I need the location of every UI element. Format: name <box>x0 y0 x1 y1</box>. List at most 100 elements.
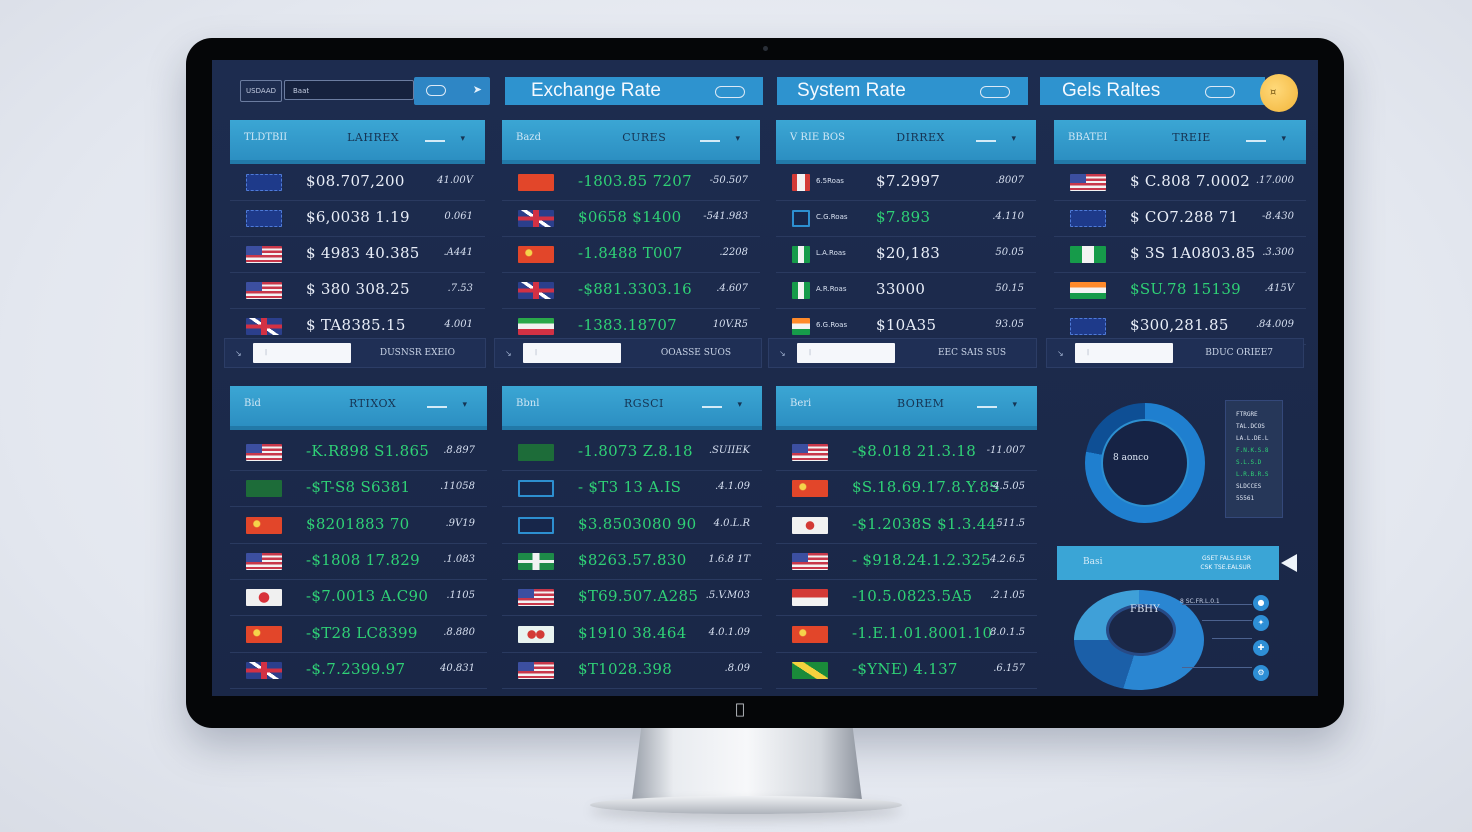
flag-icon <box>518 661 554 679</box>
toggle-icon[interactable] <box>980 86 1010 98</box>
rate-row[interactable]: 6.5Roas $7.2997 .8007 <box>776 164 1036 201</box>
rate-row[interactable]: -$.7.2399.97 40.831 <box>230 652 487 689</box>
rate-row[interactable]: -1.E.1.01.8001.10 8.0.1.5 <box>776 616 1037 653</box>
rate-row[interactable]: - $T3 13 A.IS .4.1.09 <box>502 470 762 508</box>
rate-row[interactable]: -1.8073 Z.8.18 .SUIIEK <box>502 434 762 471</box>
panel-header[interactable]: Bid RTIXOX ▾ <box>230 386 487 430</box>
rate-row[interactable]: $ C.808 7.0002 .17.000 <box>1054 164 1306 201</box>
search-button[interactable]: ➤ <box>414 77 490 105</box>
panel-header[interactable]: TLDTBII LAHREX ▾ <box>230 120 485 164</box>
rate-row[interactable]: -$YNE) 4.137 .6.157 <box>776 652 1037 689</box>
amount-input[interactable]: | <box>797 343 895 363</box>
rate-row[interactable]: $0658 $1400 -541.983 <box>502 200 760 237</box>
panel-header[interactable]: V RIE BOS DIRREX ▾ <box>776 120 1036 164</box>
chevron-down-icon[interactable]: ▾ <box>1281 134 1286 144</box>
rate-row[interactable]: -$881.3303.16 .4.607 <box>502 272 760 309</box>
rate-row[interactable]: -$T28 LC8399 .8.880 <box>230 616 487 653</box>
rate-row[interactable]: $ 4983 40.385 .A441 <box>230 236 485 273</box>
rate-row[interactable]: -10.5.0823.5A5 .2.1.05 <box>776 579 1037 617</box>
currency-selector[interactable]: USDAAD <box>240 80 282 102</box>
panel-header[interactable]: Bazd CURES ▾ <box>502 120 760 164</box>
rate-row[interactable]: -1.8488 T007 .2208 <box>502 236 760 273</box>
minimize-icon[interactable] <box>425 140 445 142</box>
dropdown-icon[interactable]: ↘ <box>1057 349 1064 358</box>
rate-value: -$YNE) 4.137 <box>852 659 958 678</box>
coin-icon[interactable]: ¤ <box>1260 74 1298 112</box>
panel-label: BBATEI <box>1068 132 1108 143</box>
rate-row[interactable]: -$1808 17.829 .1.083 <box>230 543 487 580</box>
rate-row[interactable]: $8201883 70 .9V19 <box>230 507 487 544</box>
rate-change: .9V19 <box>445 517 476 529</box>
rate-row[interactable]: -$T-S8 S6381 .11058 <box>230 470 487 508</box>
rate-row[interactable]: -$1.2038S $1.3.44 511.5 <box>776 507 1037 544</box>
rate-row[interactable]: $8263.57.830 1.6.8 1T <box>502 543 762 580</box>
legend-icon-3[interactable]: ✚ <box>1253 640 1269 656</box>
minimize-icon[interactable] <box>977 406 997 408</box>
rate-row[interactable]: -$8.018 21.3.18 -11.007 <box>776 434 1037 471</box>
dropdown-icon[interactable]: ↘ <box>235 349 242 358</box>
rate-value: $20,183 <box>876 244 941 262</box>
play-icon[interactable] <box>1281 554 1297 572</box>
flag-icon <box>246 444 282 461</box>
minimize-icon[interactable] <box>702 406 722 408</box>
rate-row[interactable]: -1803.85 7207 -50.507 <box>502 164 760 201</box>
rate-row[interactable]: C.G.Roas $7.893 .4.110 <box>776 200 1036 237</box>
toggle-icon[interactable] <box>715 86 745 98</box>
tab-gels-raltes[interactable]: Gels Raltes <box>1040 77 1265 105</box>
chevron-down-icon[interactable]: ▾ <box>735 134 740 144</box>
legend-icon-2[interactable]: ✦ <box>1253 615 1269 631</box>
flag-icon <box>792 282 810 299</box>
chevron-down-icon[interactable]: ▾ <box>1012 400 1017 410</box>
panel-header[interactable]: BBATEI TREIE ▾ <box>1054 120 1306 164</box>
chevron-down-icon[interactable]: ▾ <box>460 134 465 144</box>
dropdown-icon[interactable]: ↘ <box>505 349 512 358</box>
rate-change: .11058 <box>440 481 475 493</box>
rate-row[interactable]: L.A.Roas $20,183 50.05 <box>776 236 1036 273</box>
legend-icon-1[interactable]: ● <box>1253 595 1269 611</box>
flag-icon <box>1070 174 1106 191</box>
summary-bar[interactable]: Basi GSET FALS.ELSR CSK TSE.EALSUR <box>1057 546 1297 580</box>
rate-row[interactable]: $ 3S 1A0803.85 .3.300 <box>1054 236 1306 273</box>
rate-row[interactable]: $08.707,200 41.00V <box>230 164 485 201</box>
amount-input[interactable]: | <box>523 343 621 363</box>
legend-icon-4[interactable]: ⚙ <box>1253 665 1269 681</box>
panel-title: DIRREX <box>896 131 945 144</box>
minimize-icon[interactable] <box>976 140 996 142</box>
rate-value: -$.7.2399.97 <box>306 659 406 678</box>
rate-row[interactable]: $ 380 308.25 .7.53 <box>230 272 485 309</box>
rate-row[interactable]: $3.8503080 90 4.0.L.R <box>502 507 762 544</box>
legend-entry: L.R.B.R.S <box>1236 471 1269 478</box>
rate-row[interactable]: $SU.78 15139 .415V <box>1054 272 1306 309</box>
rate-row[interactable]: -$7.0013 A.C90 .1105 <box>230 579 487 617</box>
toggle-icon[interactable] <box>1205 86 1235 98</box>
rate-value: $ 4983 40.385 <box>306 244 420 262</box>
minimize-icon[interactable] <box>1246 140 1266 142</box>
rate-row[interactable]: $1910 38.464 4.0.1.09 <box>502 616 762 653</box>
chevron-down-icon[interactable]: ▾ <box>1011 134 1016 144</box>
rate-row[interactable]: -K.R898 S1.865 .8.897 <box>230 434 487 471</box>
currency-name: L.A.Roas <box>816 249 846 257</box>
rate-row[interactable]: A.R.Roas 33000 50.15 <box>776 272 1036 309</box>
rate-row[interactable]: $S.18.69.17.8.Y.8S -4.5.05 <box>776 470 1037 508</box>
panel-header[interactable]: Bbnl RGSCI ▾ <box>502 386 762 430</box>
tab-system-rate[interactable]: System Rate <box>777 77 1028 105</box>
amount-input[interactable]: | <box>253 343 351 363</box>
rate-row[interactable]: $T1028.398 .8.09 <box>502 652 762 689</box>
dropdown-icon[interactable]: ↘ <box>779 349 786 358</box>
search-input[interactable]: Baat <box>284 80 414 100</box>
rate-row[interactable]: $6,0038 1.19 0.061 <box>230 200 485 237</box>
rate-change: 50.05 <box>995 247 1024 258</box>
rate-value: $SU.78 15139 <box>1130 280 1242 298</box>
rate-change: -8.430 <box>1261 211 1294 222</box>
chevron-down-icon[interactable]: ▾ <box>462 400 467 410</box>
rate-row[interactable]: $ CO7.288 71 -8.430 <box>1054 200 1306 237</box>
rate-row[interactable]: - $918.24.1.2.325 4.2.6.5 <box>776 543 1037 580</box>
chevron-down-icon[interactable]: ▾ <box>737 400 742 410</box>
panel-header[interactable]: Beri BOREM ▾ <box>776 386 1037 430</box>
amount-input[interactable]: | <box>1075 343 1173 363</box>
rate-row[interactable]: $T69.507.A285 .5.V.M03 <box>502 579 762 617</box>
rate-change: 10V.R5 <box>712 319 748 330</box>
minimize-icon[interactable] <box>427 406 447 408</box>
minimize-icon[interactable] <box>700 140 720 142</box>
tab-exchange-rate[interactable]: Exchange Rate <box>505 77 763 105</box>
